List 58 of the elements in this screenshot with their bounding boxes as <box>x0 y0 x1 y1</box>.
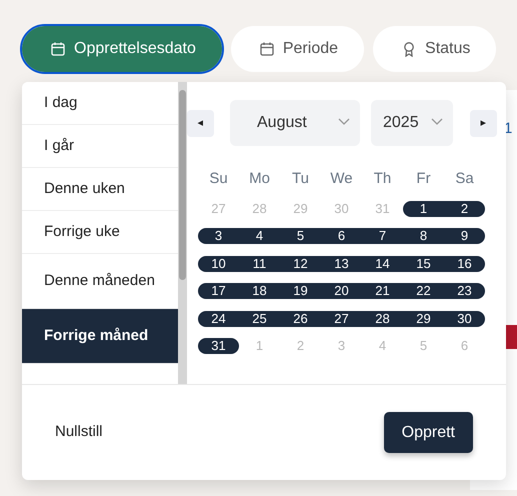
day-cell[interactable]: 10 <box>198 256 239 272</box>
year-select[interactable]: 2025 <box>371 100 453 146</box>
preset-item[interactable]: Denne uken <box>22 168 178 211</box>
day-cell[interactable]: 14 <box>362 256 403 272</box>
day-cell[interactable]: 29 <box>403 310 444 327</box>
day-cell[interactable]: 19 <box>280 283 321 300</box>
preset-item[interactable]: Forrige måned <box>22 309 178 364</box>
weekday-label: We <box>329 169 354 188</box>
chevron-down-icon <box>431 118 443 126</box>
day-cell[interactable]: 16 <box>444 256 485 272</box>
next-month-button[interactable]: ▸ <box>470 110 497 136</box>
chevron-down-icon <box>338 118 350 126</box>
day-cell[interactable]: 31 <box>198 338 239 354</box>
month-select[interactable]: August <box>230 100 360 146</box>
day-cell[interactable]: 6 <box>321 228 362 244</box>
day-cell[interactable]: 2 <box>444 200 485 217</box>
filter-button[interactable]: Periode <box>230 26 364 72</box>
day-cell[interactable]: 11 <box>239 256 280 272</box>
day-cell[interactable]: 24 <box>198 310 239 327</box>
day-cell[interactable]: 9 <box>444 228 485 244</box>
preset-item[interactable]: I dag <box>22 82 178 125</box>
weekday-label: Tu <box>291 169 310 188</box>
filter-button[interactable]: Status <box>373 26 496 72</box>
day-cell[interactable]: 1 <box>403 200 444 217</box>
prev-month-button[interactable]: ◂ <box>187 110 214 136</box>
day-cell[interactable]: 22 <box>403 283 444 300</box>
filter-button[interactable]: Opprettelsesdato <box>22 26 222 72</box>
weekday-label: Mo <box>248 169 271 188</box>
create-button[interactable]: Opprett <box>384 412 473 453</box>
day-cell[interactable]: 27 <box>321 310 362 327</box>
day-cell[interactable]: 23 <box>444 283 485 300</box>
reset-button[interactable]: Nullstill <box>55 421 103 444</box>
preset-item[interactable]: Denne måneden <box>22 254 178 309</box>
weekday-label: Su <box>208 169 229 188</box>
scrollbar-thumb[interactable] <box>179 90 186 280</box>
day-cell[interactable]: 12 <box>280 256 321 272</box>
calendar-icon <box>258 41 275 57</box>
day-cell[interactable]: 26 <box>280 310 321 327</box>
day-cell[interactable]: 13 <box>321 256 362 272</box>
day-cell[interactable]: 28 <box>362 310 403 327</box>
day-cell[interactable]: 3 <box>198 228 239 244</box>
day-cell[interactable]: 7 <box>362 228 403 244</box>
weekday-label: Th <box>372 169 392 188</box>
day-cell[interactable]: 17 <box>198 283 239 300</box>
calendar-icon <box>50 41 66 57</box>
preset-item[interactable]: I går <box>22 125 178 168</box>
day-cell[interactable]: 30 <box>444 310 485 327</box>
day-cell[interactable]: 5 <box>280 228 321 244</box>
weekday-label: Sa <box>454 169 475 188</box>
day-cell[interactable]: 8 <box>403 228 444 244</box>
day-cell[interactable]: 4 <box>239 228 280 244</box>
day-cell[interactable]: 21 <box>362 283 403 300</box>
day-cell[interactable]: 18 <box>239 283 280 300</box>
preset-item[interactable]: Forrige uke <box>22 211 178 254</box>
day-cell[interactable]: 15 <box>403 256 444 272</box>
day-cell[interactable]: 20 <box>321 283 362 300</box>
day-cell[interactable]: 25 <box>239 310 280 327</box>
weekday-label: Fr <box>415 169 432 188</box>
